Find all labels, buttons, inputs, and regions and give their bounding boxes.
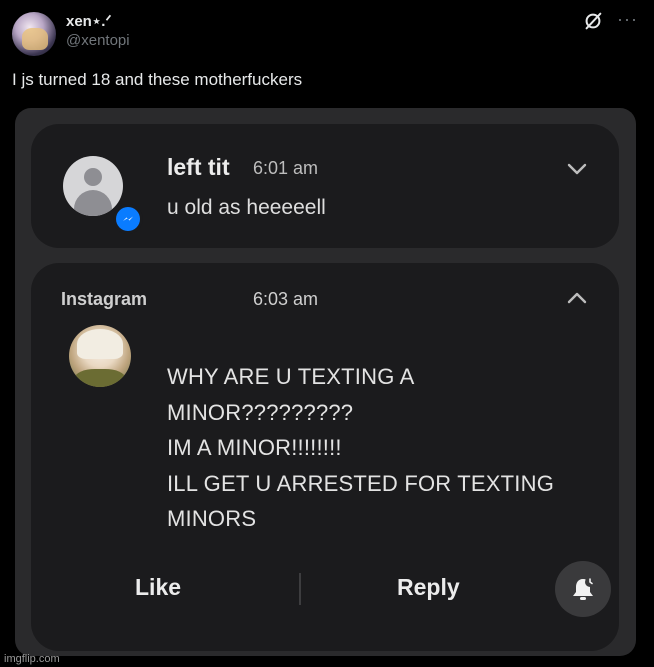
messenger-notification: left tit 6:01 am u old as heeeeell (31, 124, 619, 248)
notification-time: 6:01 am (253, 158, 319, 178)
notification-message: u old as heeeeell (167, 196, 326, 219)
display-name[interactable]: xen⋆.ᐟ (66, 12, 112, 30)
reply-button[interactable]: Reply (397, 574, 460, 601)
instagram-notification: Instagram 6:03 am WHY ARE U TEXTING A MI… (31, 263, 619, 651)
user-handle[interactable]: @xentopi (66, 32, 130, 49)
more-icon[interactable]: ··· (617, 8, 638, 30)
notification-time: 6:03 am (253, 289, 319, 309)
action-divider (299, 573, 301, 605)
app-name: Instagram (61, 289, 148, 309)
sender-name: left tit (167, 154, 230, 180)
chevron-down-icon (567, 163, 587, 175)
post-text: I js turned 18 and these motherfuckers (12, 70, 303, 89)
message-line: WHY ARE U TEXTING A (167, 364, 415, 389)
post-header: xen⋆.ᐟ @xentopi ··· (12, 8, 642, 56)
bell-snooze-icon[interactable] (555, 561, 611, 617)
messenger-icon (113, 204, 143, 234)
chevron-up-icon (567, 292, 587, 304)
notification-message: WHY ARE U TEXTING A MINOR????????? IM A … (167, 359, 554, 537)
attached-screenshot[interactable]: left tit 6:01 am u old as heeeeell Insta… (15, 108, 636, 656)
like-button[interactable]: Like (135, 574, 181, 601)
message-line: MINOR????????? (167, 399, 354, 425)
user-avatar[interactable] (12, 12, 56, 56)
message-line: MINORS (167, 506, 257, 531)
contact-avatar (63, 156, 123, 216)
sender-avatar (69, 325, 131, 387)
watermark: imgflip.com (4, 653, 60, 665)
grok-icon[interactable] (582, 10, 604, 32)
message-line: ILL GET U ARRESTED FOR TEXTING (167, 470, 555, 496)
message-line: IM A MINOR!!!!!!!! (167, 435, 342, 460)
